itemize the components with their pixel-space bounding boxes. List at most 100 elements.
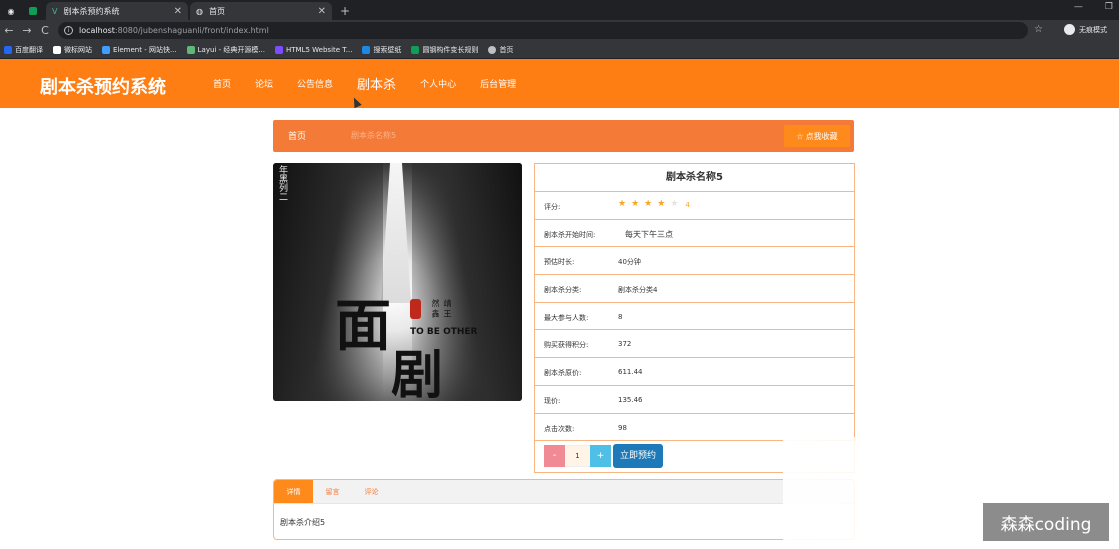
browser-tab-strip: ◉ V 剧本杀预约系统 ✕ ◍ 首页 ✕ + — ❐ [0,0,1119,20]
reserve-button[interactable]: 立即预约 [613,444,663,469]
blur-overlay [783,437,973,549]
url-input[interactable]: i localhost :8080/jubenshaguanli/front/i… [58,22,1028,39]
star-filled-icon: ★ [644,199,653,209]
bookmark-icon [53,45,61,54]
row-value: 372 [618,340,632,349]
poster-main-char: 剧 [391,345,444,401]
browser-tab-system[interactable]: V 剧本杀预约系统 ✕ [46,2,188,20]
rating-row: 评分: ★ ★ ★ ★ ★ 4 [535,192,854,220]
minimize-icon[interactable]: — [1074,2,1083,12]
breadcrumb: 首页 剧本杀名称5 ☆ 点我收藏 [273,120,854,152]
tab-header: 详情 留言 评论 [274,480,854,504]
breadcrumb-home[interactable]: 首页 [288,129,306,142]
category-row: 剧本杀分类: 剧本杀分类4 [535,275,854,303]
nav-home[interactable]: 首页 [213,77,231,90]
bookmark-label: 百度翻译 [15,45,43,54]
tab-details[interactable]: 详情 [274,480,313,503]
collect-label: 点我收藏 [805,131,838,141]
row-label: 点击次数: [544,424,575,433]
nav-forum[interactable]: 论坛 [255,77,273,90]
bookmark-item[interactable]: Element - 网站快... [102,45,177,55]
bookmark-label: 首页 [499,45,514,54]
bookmark-item[interactable]: 微标网站 [53,45,92,55]
new-tab-button[interactable]: + [340,2,350,20]
poster-vertical-title: 年黑列二 [277,165,287,201]
restore-icon[interactable]: ❐ [1105,2,1113,12]
close-icon[interactable]: ✕ [174,6,182,17]
row-label: 预估时长: [544,258,575,267]
bookmark-icon [4,45,12,54]
decrease-quantity-button[interactable]: - [544,445,565,468]
watermark: 森森coding [983,503,1109,541]
browser-tab-home[interactable]: ◍ 首页 ✕ [190,2,332,20]
bookmark-label: Layui - 经典开源模... [197,45,266,54]
star-empty-icon: ★ [670,199,679,209]
bookmark-item[interactable]: Layui - 经典开源模... [186,45,266,55]
tab-messages[interactable]: 留言 [313,480,352,503]
row-value: 每天下午三点 [625,229,673,239]
current-price-row: 现价: 135.46 [535,386,854,414]
row-label: 剧本杀开始时间: [544,230,596,239]
close-icon[interactable]: ✕ [318,6,326,17]
row-label: 现价: [544,396,561,405]
tab-comments[interactable]: 评论 [352,480,391,503]
bookmark-item[interactable]: HTML5 Website T... [275,45,353,54]
bookmark-icon [275,45,284,54]
detail-tabs: 详情 留言 评论 剧本杀介绍5 [273,479,855,540]
incognito-icon [1064,24,1075,35]
bookmark-icon [186,45,195,54]
browser-tab-title: 首页 [208,6,225,16]
bookmark-item[interactable]: 圆钢构件变长规则 [411,45,478,55]
max-players-row: 最大参与人数: 8 [535,303,854,331]
tab-app-icon[interactable] [22,2,44,20]
app-logo[interactable]: 剧本杀预约系统 [40,73,166,99]
back-icon[interactable]: ← [0,24,18,37]
row-value: 98 [618,423,627,432]
bookmark-icon [102,45,110,54]
breadcrumb-current: 剧本杀名称5 [351,131,397,140]
tab-search-icon[interactable]: ◉ [0,2,22,20]
row-label: 剧本杀原价: [544,369,582,378]
script-info-table: 剧本杀名称5 评分: ★ ★ ★ ★ ★ 4 剧本杀开始时间: 每天下午三点 预… [534,163,855,473]
script-name: 剧本杀名称5 [535,164,854,192]
increase-quantity-button[interactable]: + [590,445,611,468]
bookmark-label: 圆钢构件变长规则 [422,45,479,54]
points-row: 购买获得积分: 372 [535,330,854,359]
nav-announcements[interactable]: 公告信息 [297,77,333,90]
script-poster-image: 年黑列二 面 剧 靖 王 然 鑫 TO BE OTHER [273,163,522,401]
bookmark-icon [362,45,371,54]
bookmark-label: 搜索壁纸 [373,45,402,54]
nav-scripts[interactable]: 剧本杀 [357,74,396,93]
forward-icon[interactable]: → [18,24,36,37]
bookmark-item[interactable]: 百度翻译 [4,45,43,55]
browser-tab-title: 剧本杀预约系统 [63,6,120,16]
info-icon[interactable]: i [64,26,73,35]
row-label: 剧本杀分类: [544,286,582,295]
quantity-input[interactable]: 1 [565,445,590,468]
collect-button[interactable]: ☆ 点我收藏 [784,125,850,147]
nav-profile[interactable]: 个人中心 [420,77,456,90]
app-header: 剧本杀预约系统 首页 论坛 公告信息 剧本杀 个人中心 后台管理 [0,59,1119,108]
poster-english-title: TO BE OTHER [410,327,478,337]
main-nav: 首页 论坛 公告信息 剧本杀 个人中心 后台管理 [213,59,540,108]
poster-main-char: 面 [335,293,391,359]
window-controls: — ❐ [1074,2,1113,12]
url-path: :8080/jubenshaguanli/front/index.html [114,26,269,35]
row-label: 购买获得积分: [544,341,589,350]
globe-icon [488,45,497,54]
bookmark-label: 微标网站 [64,45,92,54]
bookmark-star-icon[interactable]: ☆ [1034,24,1043,35]
poster-names: 靖 王 然 鑫 [431,299,452,318]
reload-icon[interactable]: C [36,24,54,37]
bookmark-label: Element - 网站快... [113,45,177,54]
rating-label: 评分: [544,203,561,211]
bookmark-item[interactable]: 首页 [488,45,513,55]
profile-label: 无痕模式 [1079,25,1107,34]
row-value: 135.46 [618,395,643,404]
profile-button[interactable]: 无痕模式 [1064,24,1107,35]
nav-admin[interactable]: 后台管理 [480,77,516,90]
bookmark-item[interactable]: 搜索壁纸 [362,45,401,55]
bookmark-label: HTML5 Website T... [286,45,353,54]
tab-content: 剧本杀介绍5 [280,518,326,527]
poster-seal [410,299,421,319]
